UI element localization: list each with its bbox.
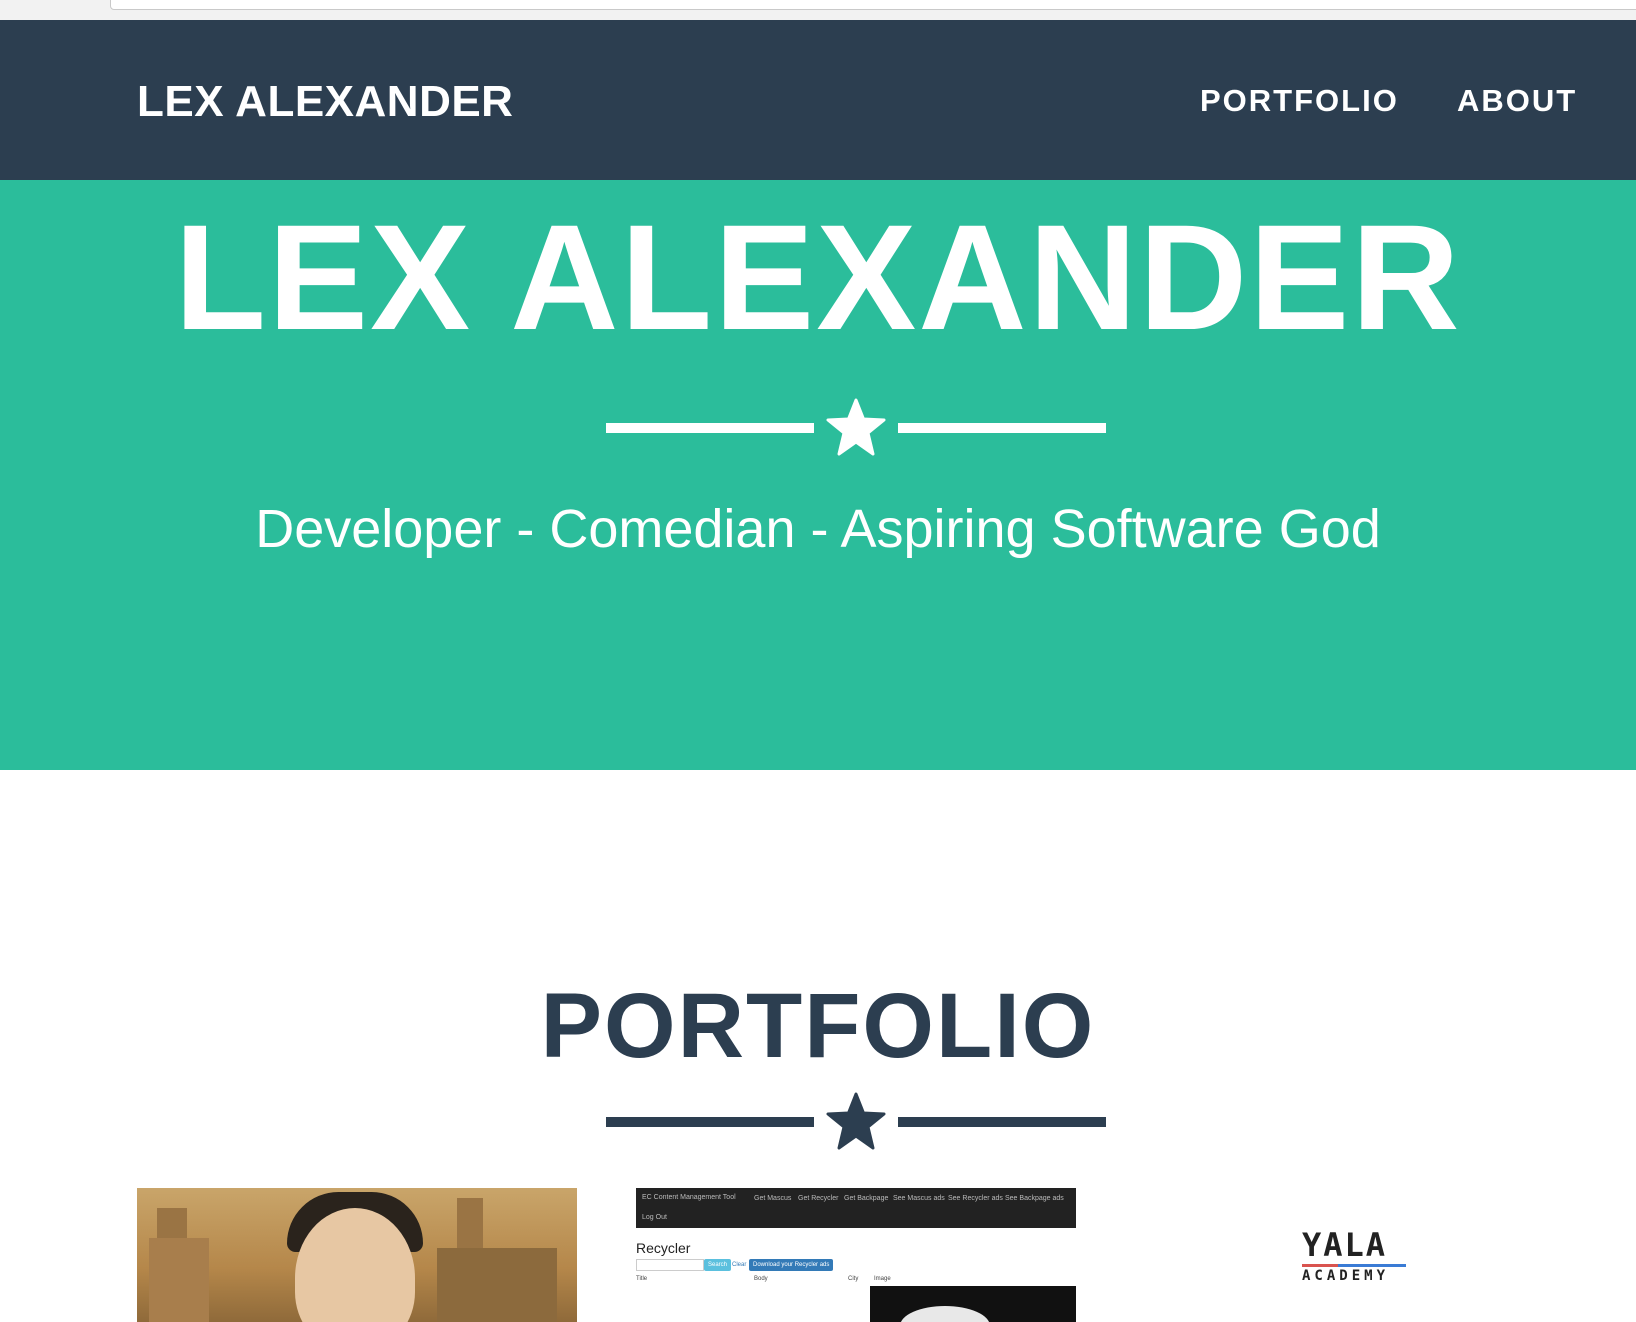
portfolio-item-painting[interactable] (137, 1188, 577, 1322)
browser-chrome (0, 0, 1636, 21)
navbar: LEX ALEXANDER PORTFOLIO ABOUT (0, 20, 1636, 180)
yala-logo-stripe-red (1302, 1264, 1338, 1267)
yala-academy-logo[interactable]: YALA ACADEMY (1302, 1226, 1412, 1286)
divider-line-right (898, 1117, 1106, 1127)
cms-column-header: Title (636, 1276, 648, 1282)
cms-nav-item: Get Backpage (844, 1195, 889, 1202)
nav-link-about[interactable]: ABOUT (1457, 83, 1577, 119)
cms-nav-item: EC Content Management Tool (642, 1194, 736, 1201)
divider-line-right (898, 423, 1106, 433)
yala-logo-wordmark: YALA (1302, 1226, 1388, 1264)
portfolio-divider (606, 1092, 1106, 1152)
cms-nav-item: See Mascus ads (893, 1195, 945, 1202)
portfolio-item-cms[interactable]: EC Content Management Tool Get Mascus Ge… (636, 1188, 1076, 1322)
painting-thumbnail-image (137, 1188, 577, 1322)
cms-download-button: Download your Recycler ads (749, 1259, 834, 1271)
cms-nav-item: Get Mascus (754, 1195, 792, 1202)
hero-title: LEX ALEXANDER (174, 193, 1462, 361)
cms-navbar: EC Content Management Tool Get Mascus Ge… (636, 1188, 1076, 1228)
cms-nav-item: See Recycler ads (948, 1195, 1003, 1202)
cms-column-header: Image (874, 1276, 891, 1282)
hero-subtitle: Developer - Comedian - Aspiring Software… (255, 499, 1381, 559)
hero-divider (606, 398, 1106, 458)
nav-link-portfolio[interactable]: PORTFOLIO (1200, 83, 1399, 119)
cms-search-input (636, 1259, 704, 1271)
portfolio-title: PORTFOLIO (540, 975, 1096, 1077)
brand-link[interactable]: LEX ALEXANDER (137, 77, 513, 127)
cms-nav-item: See Backpage ads (1005, 1195, 1064, 1202)
cms-thumbnail-image (870, 1286, 1076, 1322)
cms-search-button: Search (704, 1259, 732, 1271)
address-bar[interactable] (110, 0, 1636, 10)
cms-nav-item: Log Out (642, 1214, 667, 1221)
hero-section: LEX ALEXANDER Developer - Comedian - Asp… (0, 180, 1636, 770)
star-icon (826, 1092, 886, 1150)
cms-column-header: Body (754, 1276, 768, 1282)
divider-line-left (606, 1117, 814, 1127)
cms-heading: Recycler (636, 1240, 691, 1256)
cms-column-header: City (848, 1276, 859, 1282)
cms-nav-item: Get Recycler (798, 1195, 839, 1202)
cms-clear-link: Clear (732, 1262, 747, 1268)
star-icon (826, 398, 886, 456)
yala-logo-subtitle: ACADEMY (1302, 1268, 1390, 1284)
divider-line-left (606, 423, 814, 433)
